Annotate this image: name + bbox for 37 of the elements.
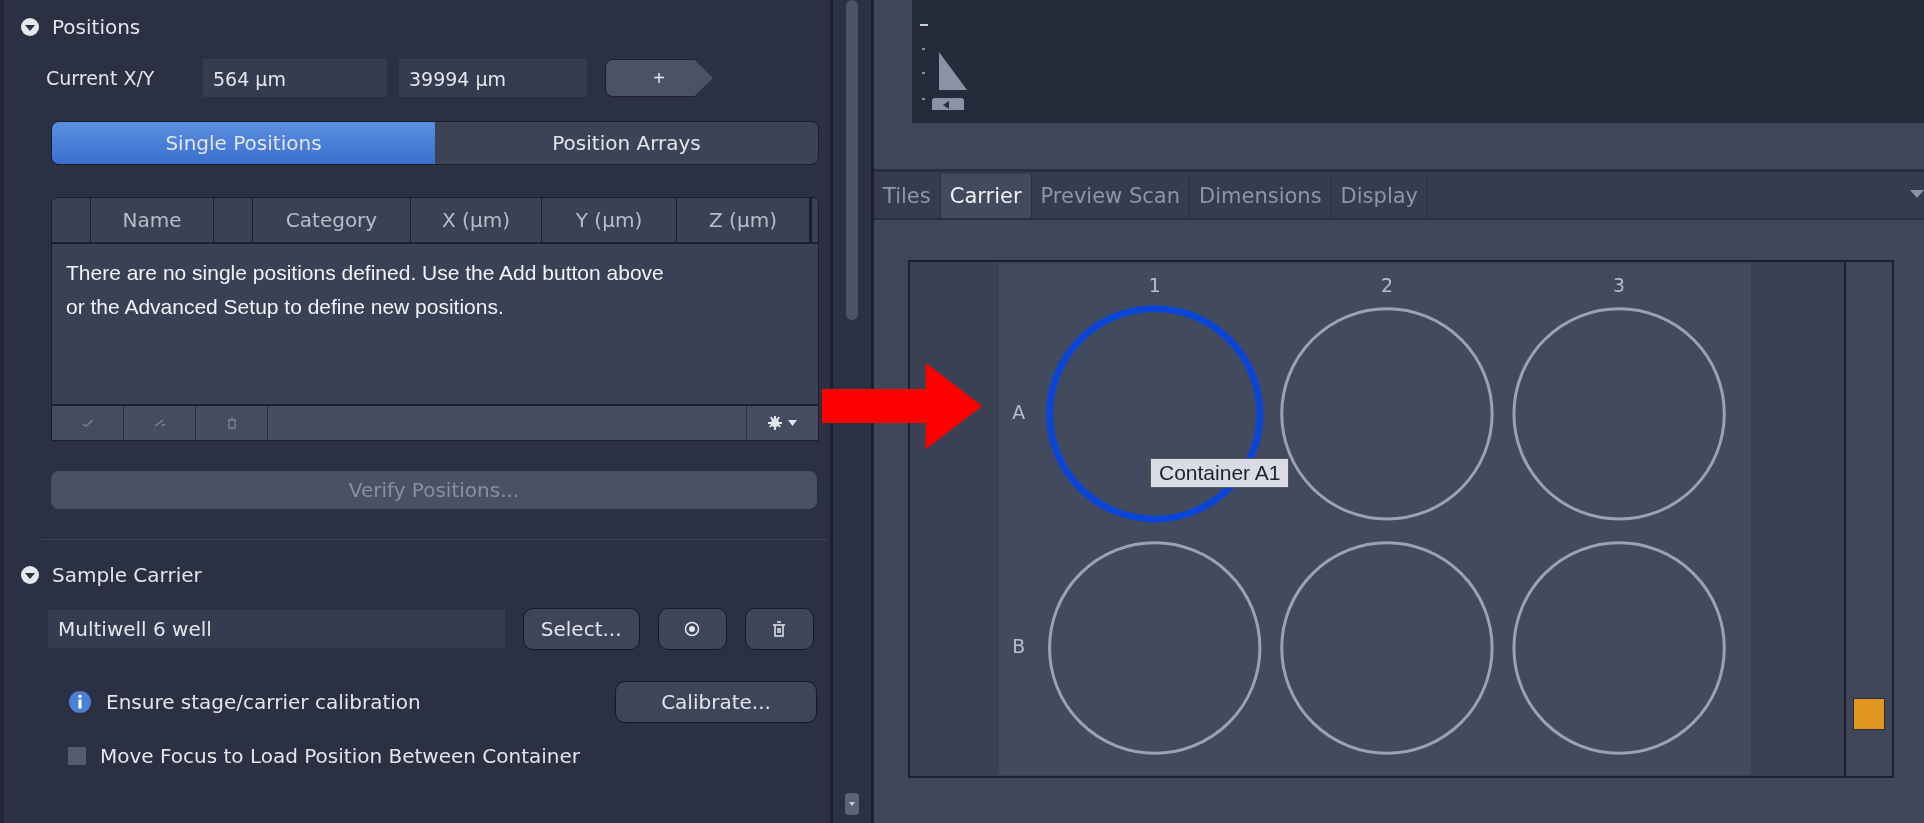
column-header[interactable]: Name	[91, 198, 214, 242]
add-position-button[interactable]: +	[605, 59, 713, 97]
well[interactable]	[1512, 541, 1726, 755]
checkbox[interactable]	[68, 747, 86, 765]
column-header[interactable]: X (µm)	[411, 198, 542, 242]
current-xy-label: Current X/Y	[46, 67, 156, 89]
well[interactable]	[1512, 307, 1726, 521]
info-text: Ensure stage/carrier calibration	[106, 690, 421, 714]
view-tab[interactable]: Carrier	[940, 174, 1032, 218]
section-title: Sample Carrier	[52, 563, 202, 587]
column-header[interactable]: Category	[253, 198, 411, 242]
scrollbar-thumb[interactable]	[846, 0, 858, 320]
y-field[interactable]: 39994 µm	[399, 59, 587, 97]
trash-icon[interactable]	[744, 608, 814, 650]
collapse-icon[interactable]	[20, 17, 40, 37]
well[interactable]	[1048, 541, 1262, 755]
mode-tab[interactable]: Single Positions	[52, 122, 435, 164]
section-title: Positions	[52, 15, 141, 39]
well[interactable]	[1280, 541, 1494, 755]
column-header[interactable]: Z (µm)	[677, 198, 812, 242]
well[interactable]	[1280, 307, 1494, 521]
scroll-down-icon[interactable]	[845, 793, 859, 815]
marker-icon	[1853, 698, 1885, 730]
column-header[interactable]: Y (µm)	[542, 198, 677, 242]
carrier-field: Multiwell 6 well	[48, 610, 505, 648]
scrollbar[interactable]	[830, 0, 874, 823]
info-icon	[68, 690, 92, 714]
mode-tab[interactable]: Position Arrays	[435, 122, 818, 164]
empty-message: There are no single positions defined. Use the Add button above or the Advanced Setup to define new positions.	[66, 260, 665, 320]
tooltip: Container A1	[1150, 458, 1290, 488]
checkbox-label: Move Focus to Load Position Between Container	[100, 744, 581, 768]
dropdown-icon[interactable]	[1910, 190, 1924, 198]
target-icon[interactable]	[657, 608, 727, 650]
select-button[interactable]: Select...	[522, 608, 640, 650]
calibrate-button[interactable]: Calibrate...	[615, 681, 817, 723]
x-field[interactable]: 564 µm	[203, 59, 387, 97]
collapse-icon[interactable]	[20, 565, 40, 585]
